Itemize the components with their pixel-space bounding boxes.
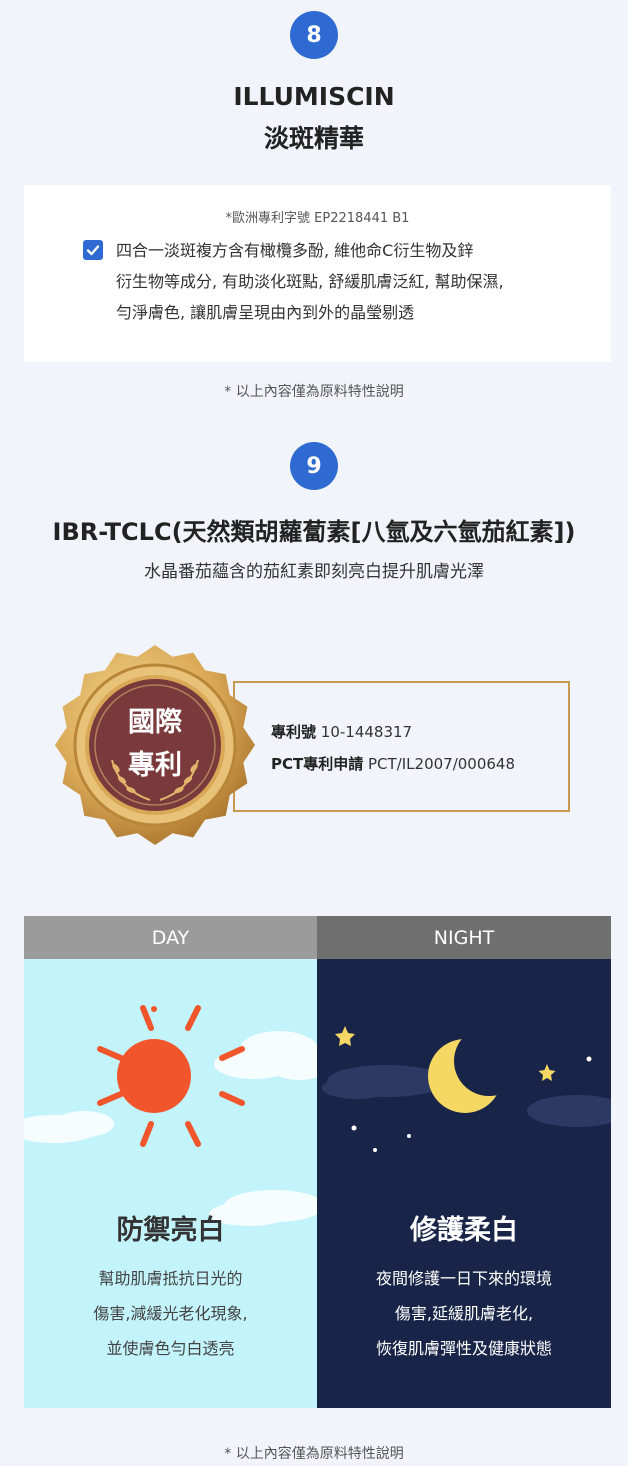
- step-number-8: 8: [290, 11, 338, 59]
- night-text: 夜間修護一日下來的環境 傷害,延緩肌膚老化, 恢復肌膚彈性及健康狀態: [317, 1261, 611, 1366]
- check-icon: [83, 240, 103, 260]
- pct-row: PCT專利申請 PCT/IL2007/000648: [271, 753, 515, 774]
- ingredient-subtitle: 水晶番茄蘊含的茄紅素即刻亮白提升肌膚光澤: [144, 562, 484, 582]
- description-line: 衍生物等成分, 有助淡化斑點, 舒緩肌膚泛紅, 幫助保濕,: [116, 272, 504, 291]
- day-panel: DAY 防禦亮白 幫助肌膚抵抗日光的 傷害,減緩光老化現象, 並使膚色勻白透亮: [24, 916, 317, 1408]
- patent-no-row: 專利號 10-1448317: [271, 721, 412, 742]
- night-title: 修護柔白: [410, 1215, 518, 1246]
- medal-text-line2: 專利: [128, 750, 182, 781]
- pct-value: PCT/IL2007/000648: [368, 755, 516, 773]
- medal-text-line1: 國際: [128, 707, 182, 738]
- ingredient-title-en: ILLUMISCIN: [233, 82, 395, 111]
- patent-info-box: 專利號 10-1448317 PCT專利申請 PCT/IL2007/000648: [233, 681, 570, 812]
- ingredient-card: *歐洲專利字號 EP2218441 B1 四合一淡斑複方含有橄欖多酚, 維他命C…: [24, 185, 611, 362]
- patent-no-value: 10-1448317: [320, 723, 413, 741]
- night-panel: NIGHT 修護柔白 夜間修護一日下來的環境 傷害,延緩肌膚老化, 恢復肌膚彈性…: [317, 916, 611, 1408]
- description-line: 四合一淡斑複方含有橄欖多酚, 維他命C衍生物及鋅: [116, 241, 474, 260]
- step-number-9: 9: [290, 442, 338, 490]
- disclaimer-note: * 以上內容僅為原料特性說明: [224, 384, 404, 400]
- ingredient-title: IBR-TCLC(天然類胡蘿蔔素[八氫及六氫茄紅素]): [52, 518, 576, 546]
- description-line: 勻淨膚色, 讓肌膚呈現由內到外的晶瑩剔透: [116, 303, 415, 322]
- ingredient-title-zh: 淡斑精華: [263, 124, 364, 153]
- sun-icon: [97, 1005, 245, 1147]
- day-title: 防禦亮白: [116, 1215, 225, 1246]
- night-text-line: 夜間修護一日下來的環境: [375, 1269, 552, 1288]
- day-text-line: 幫助肌膚抵抗日光的: [98, 1269, 243, 1288]
- pct-label: PCT專利申請: [271, 755, 364, 773]
- moon-icon: [428, 1026, 524, 1113]
- day-text: 幫助肌膚抵抗日光的 傷害,減緩光老化現象, 並使膚色勻白透亮: [24, 1261, 317, 1366]
- ingredient-description: 四合一淡斑複方含有橄欖多酚, 維他命C衍生物及鋅 衍生物等成分, 有助淡化斑點,…: [116, 235, 594, 328]
- patent-no-label: 專利號: [271, 723, 317, 741]
- bottom-disclaimer-note: * 以上內容僅為原料特性說明: [224, 1446, 404, 1462]
- medal-icon: 國際 專利: [50, 640, 260, 850]
- cloud-icon: [24, 1111, 114, 1143]
- night-text-line: 傷害,延緩肌膚老化,: [394, 1304, 534, 1323]
- day-text-line: 傷害,減緩光老化現象,: [93, 1304, 248, 1323]
- patent-number: *歐洲專利字號 EP2218441 B1: [225, 211, 410, 226]
- night-text-line: 恢復肌膚彈性及健康狀態: [375, 1339, 552, 1358]
- day-text-line: 並使膚色勻白透亮: [106, 1339, 235, 1358]
